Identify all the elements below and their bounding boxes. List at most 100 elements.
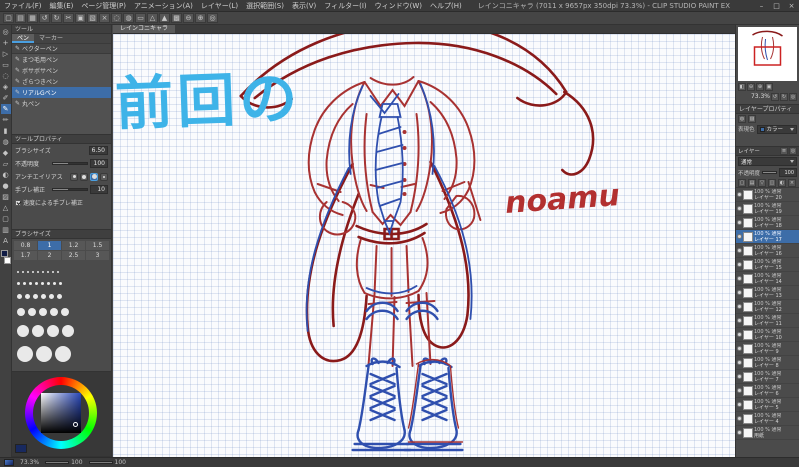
layer-row[interactable]: 100 % 通常 レイヤー 9 (736, 342, 799, 356)
save-icon[interactable]: ▦ (27, 13, 38, 23)
brush-tool-icon[interactable]: ▮ (1, 126, 11, 136)
layer-visibility-toggle[interactable] (737, 234, 742, 239)
brush-tip-preview[interactable] (47, 325, 59, 337)
tone-effect-icon[interactable]: ▨ (748, 115, 756, 123)
layer-thumbnail[interactable] (743, 273, 753, 284)
brush-tip-preview[interactable] (47, 271, 49, 273)
layer-row[interactable]: 100 % 通常 用紙 (736, 426, 799, 440)
minimize-button[interactable]: – (754, 0, 769, 12)
layer-row[interactable]: 100 % 通常 レイヤー 13 (736, 286, 799, 300)
cut-icon[interactable]: ✂ (63, 13, 74, 23)
undo-icon[interactable]: ↺ (39, 13, 50, 23)
subtool-item[interactable]: ✎ ボサボサペン (12, 65, 111, 76)
brush-tip-preview[interactable] (35, 282, 38, 285)
fit-to-window-icon[interactable]: ▣ (765, 82, 773, 91)
pen-tool-icon[interactable]: ✎ (0, 104, 11, 114)
status-slider[interactable] (45, 461, 70, 464)
eyedropper-tool-icon[interactable]: ✐ (1, 93, 11, 103)
brush-size-preset[interactable]: 1.2 (62, 241, 85, 250)
layer-thumbnail[interactable] (743, 427, 753, 438)
brush-size-preset[interactable]: 2.5 (62, 251, 85, 260)
brush-tip-preview[interactable] (17, 271, 19, 273)
layer-row[interactable]: 100 % 通常 レイヤー 11 (736, 314, 799, 328)
antialias-middle-button[interactable] (90, 172, 98, 181)
layer-visibility-toggle[interactable] (737, 290, 742, 295)
statusbar-slider-1[interactable]: 100 (45, 459, 83, 466)
layer-visibility-toggle[interactable] (737, 304, 742, 309)
brush-tip-preview[interactable] (17, 294, 22, 299)
brush-tip-preview[interactable] (53, 282, 56, 285)
snap-grid-icon[interactable]: ▩ (171, 13, 182, 23)
subtool-item[interactable]: ✎ 丸ペン (12, 98, 111, 109)
figure-tool-icon[interactable]: △ (1, 203, 11, 213)
rotate-right-icon[interactable]: ↻ (780, 92, 788, 101)
brush-tip-preview[interactable] (47, 282, 50, 285)
layer-thumbnail[interactable] (743, 259, 753, 270)
zoom-out-icon[interactable]: ⊖ (747, 82, 755, 91)
zoom-out-icon[interactable]: ⊖ (183, 13, 194, 23)
brush-tip-preview[interactable] (25, 294, 30, 299)
layer-visibility-toggle[interactable] (737, 346, 742, 351)
layer-visibility-toggle[interactable] (737, 402, 742, 407)
stabilize-value[interactable]: 10 (90, 185, 108, 194)
brush-tip-preview[interactable] (17, 308, 25, 316)
merge-layer-icon[interactable]: ◫ (768, 178, 776, 187)
zoom-in-icon[interactable]: ⊕ (756, 82, 764, 91)
subtool-item[interactable]: ✎ まつ毛用ペン (12, 54, 111, 65)
layer-row[interactable]: 100 % 通常 レイヤー 19 (736, 202, 799, 216)
brush-tip-preview[interactable] (55, 346, 71, 362)
menu-filter[interactable]: フィルター(I) (320, 0, 370, 12)
layer-row[interactable]: 100 % 通常 レイヤー 10 (736, 328, 799, 342)
layer-opacity-value[interactable]: 100 (779, 168, 797, 177)
new-file-icon[interactable]: ▢ (3, 13, 14, 23)
brush-tip-preview[interactable] (57, 294, 62, 299)
layer-visibility-toggle[interactable] (737, 262, 742, 267)
new-layer-icon[interactable]: ▢ (738, 178, 746, 187)
border-effect-icon[interactable]: ◍ (738, 115, 746, 123)
layer-visibility-toggle[interactable] (737, 332, 742, 337)
layer-row[interactable]: 100 % 通常 レイヤー 8 (736, 356, 799, 370)
redo-icon[interactable]: ↻ (51, 13, 62, 23)
brush-size-preset[interactable]: 2 (38, 251, 61, 260)
subtool-item[interactable]: ✎ リアルGペン (12, 87, 111, 98)
layer-visibility-toggle[interactable] (737, 318, 742, 323)
opacity-slider[interactable] (51, 162, 88, 165)
layer-thumbnail[interactable] (743, 413, 753, 424)
brush-tip-preview[interactable] (27, 271, 29, 273)
layer-visibility-toggle[interactable] (737, 430, 742, 435)
statusbar-slider-2[interactable]: 100 (88, 459, 126, 466)
snap-special-ruler-icon[interactable]: ▲ (159, 13, 170, 23)
ruler-tool-icon[interactable]: ▥ (1, 225, 11, 235)
text-tool-icon[interactable]: A (1, 236, 11, 246)
brush-tip-preview[interactable] (22, 271, 24, 273)
layer-visibility-toggle[interactable] (737, 248, 742, 253)
document-tab[interactable]: レインコニキャラ (113, 25, 176, 33)
brush-tip-preview[interactable] (57, 271, 59, 273)
brush-size-preset[interactable]: 1 (38, 241, 61, 250)
subtool-item[interactable]: ✎ ざらつきペン (12, 76, 111, 87)
menu-help[interactable]: ヘルプ(H) (426, 0, 466, 12)
brush-tip-preview[interactable] (17, 346, 33, 362)
layer-visibility-toggle[interactable] (737, 388, 742, 393)
antialias-none-button[interactable] (70, 172, 78, 181)
brush-tip-preview[interactable] (36, 346, 52, 362)
brush-tip-preview[interactable] (42, 271, 44, 273)
tab-marker[interactable]: マーカー (34, 34, 68, 43)
layer-visibility-toggle[interactable] (737, 360, 742, 365)
new-folder-icon[interactable]: ▤ (748, 178, 756, 187)
menu-animation[interactable]: アニメーション(A) (130, 0, 197, 12)
brush-tip-preview[interactable] (32, 325, 44, 337)
antialias-weak-button[interactable] (80, 172, 88, 181)
eraser-tool-icon[interactable]: ▱ (1, 159, 11, 169)
blend-tool-icon[interactable]: ◐ (1, 170, 11, 180)
layer-thumbnail[interactable] (743, 203, 753, 214)
layer-opacity-slider[interactable] (762, 171, 777, 174)
layer-thumbnail[interactable] (743, 301, 753, 312)
copy-icon[interactable]: ▣ (75, 13, 86, 23)
brush-tip-preview[interactable] (50, 308, 58, 316)
close-button[interactable]: × (784, 0, 799, 12)
menu-layer[interactable]: レイヤー(L) (197, 0, 242, 12)
rotate-left-icon[interactable]: ↺ (771, 92, 779, 101)
menu-window[interactable]: ウィンドウ(W) (371, 0, 426, 12)
open-file-icon[interactable]: ▤ (15, 13, 26, 23)
